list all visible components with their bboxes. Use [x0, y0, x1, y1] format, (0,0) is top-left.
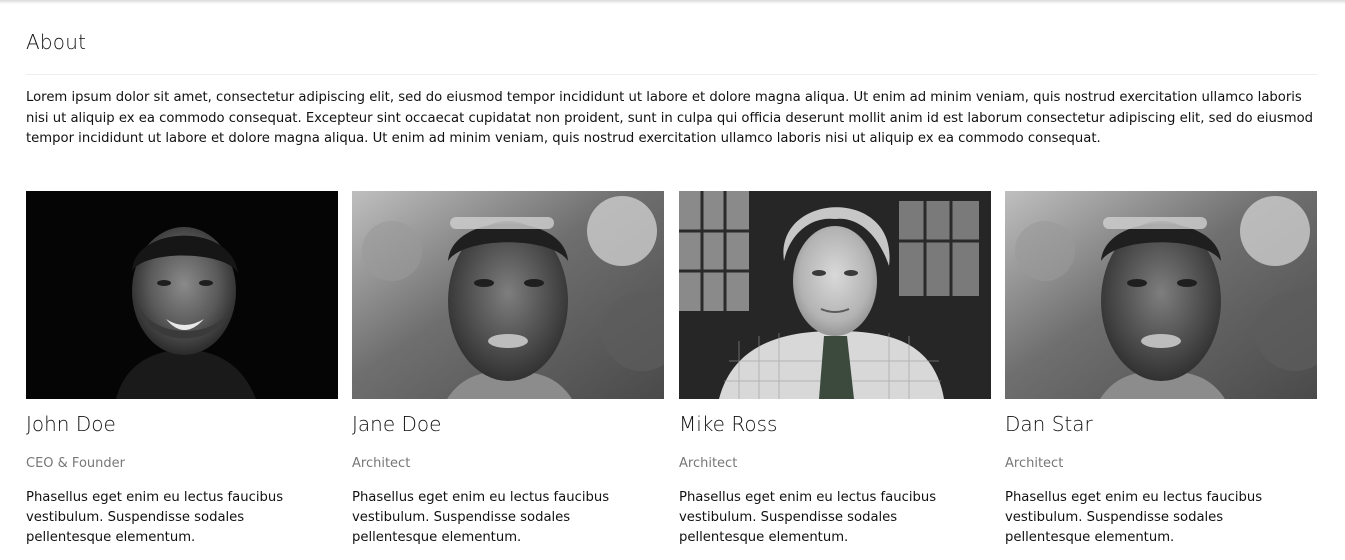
about-title: About	[26, 30, 87, 54]
team-member-name: Mike Ross	[679, 412, 778, 436]
team-member-name: Dan Star	[1005, 412, 1093, 436]
team-card: Jane Doe Architect Phasellus eget enim e…	[352, 191, 664, 560]
team-member-role: Architect	[679, 456, 738, 471]
team-card: Dan Star Architect Phasellus eget enim e…	[1005, 191, 1317, 560]
team-photo	[679, 191, 991, 399]
team-member-role: Architect	[1005, 456, 1064, 471]
team-grid: John Doe CEO & Founder Phasellus eget en…	[26, 191, 1317, 560]
team-member-name: Jane Doe	[352, 412, 442, 436]
about-text: Lorem ipsum dolor sit amet, consectetur …	[26, 90, 1314, 146]
about-divider	[26, 74, 1317, 75]
team-member-role: Architect	[352, 456, 411, 471]
top-shadow	[0, 0, 1345, 4]
team-member-description: Phasellus eget enim eu lectus faucibus v…	[1005, 490, 1263, 545]
team-card: John Doe CEO & Founder Phasellus eget en…	[26, 191, 338, 560]
team-member-description: Phasellus eget enim eu lectus faucibus v…	[352, 490, 610, 545]
team-card: Mike Ross Architect Phasellus eget enim …	[679, 191, 991, 560]
team-member-role: CEO & Founder	[26, 456, 125, 471]
team-photo	[1005, 191, 1317, 399]
team-photo	[26, 191, 338, 399]
team-photo	[352, 191, 664, 399]
team-member-description: Phasellus eget enim eu lectus faucibus v…	[679, 490, 937, 545]
team-member-description: Phasellus eget enim eu lectus faucibus v…	[26, 490, 284, 545]
team-member-name: John Doe	[26, 412, 116, 436]
